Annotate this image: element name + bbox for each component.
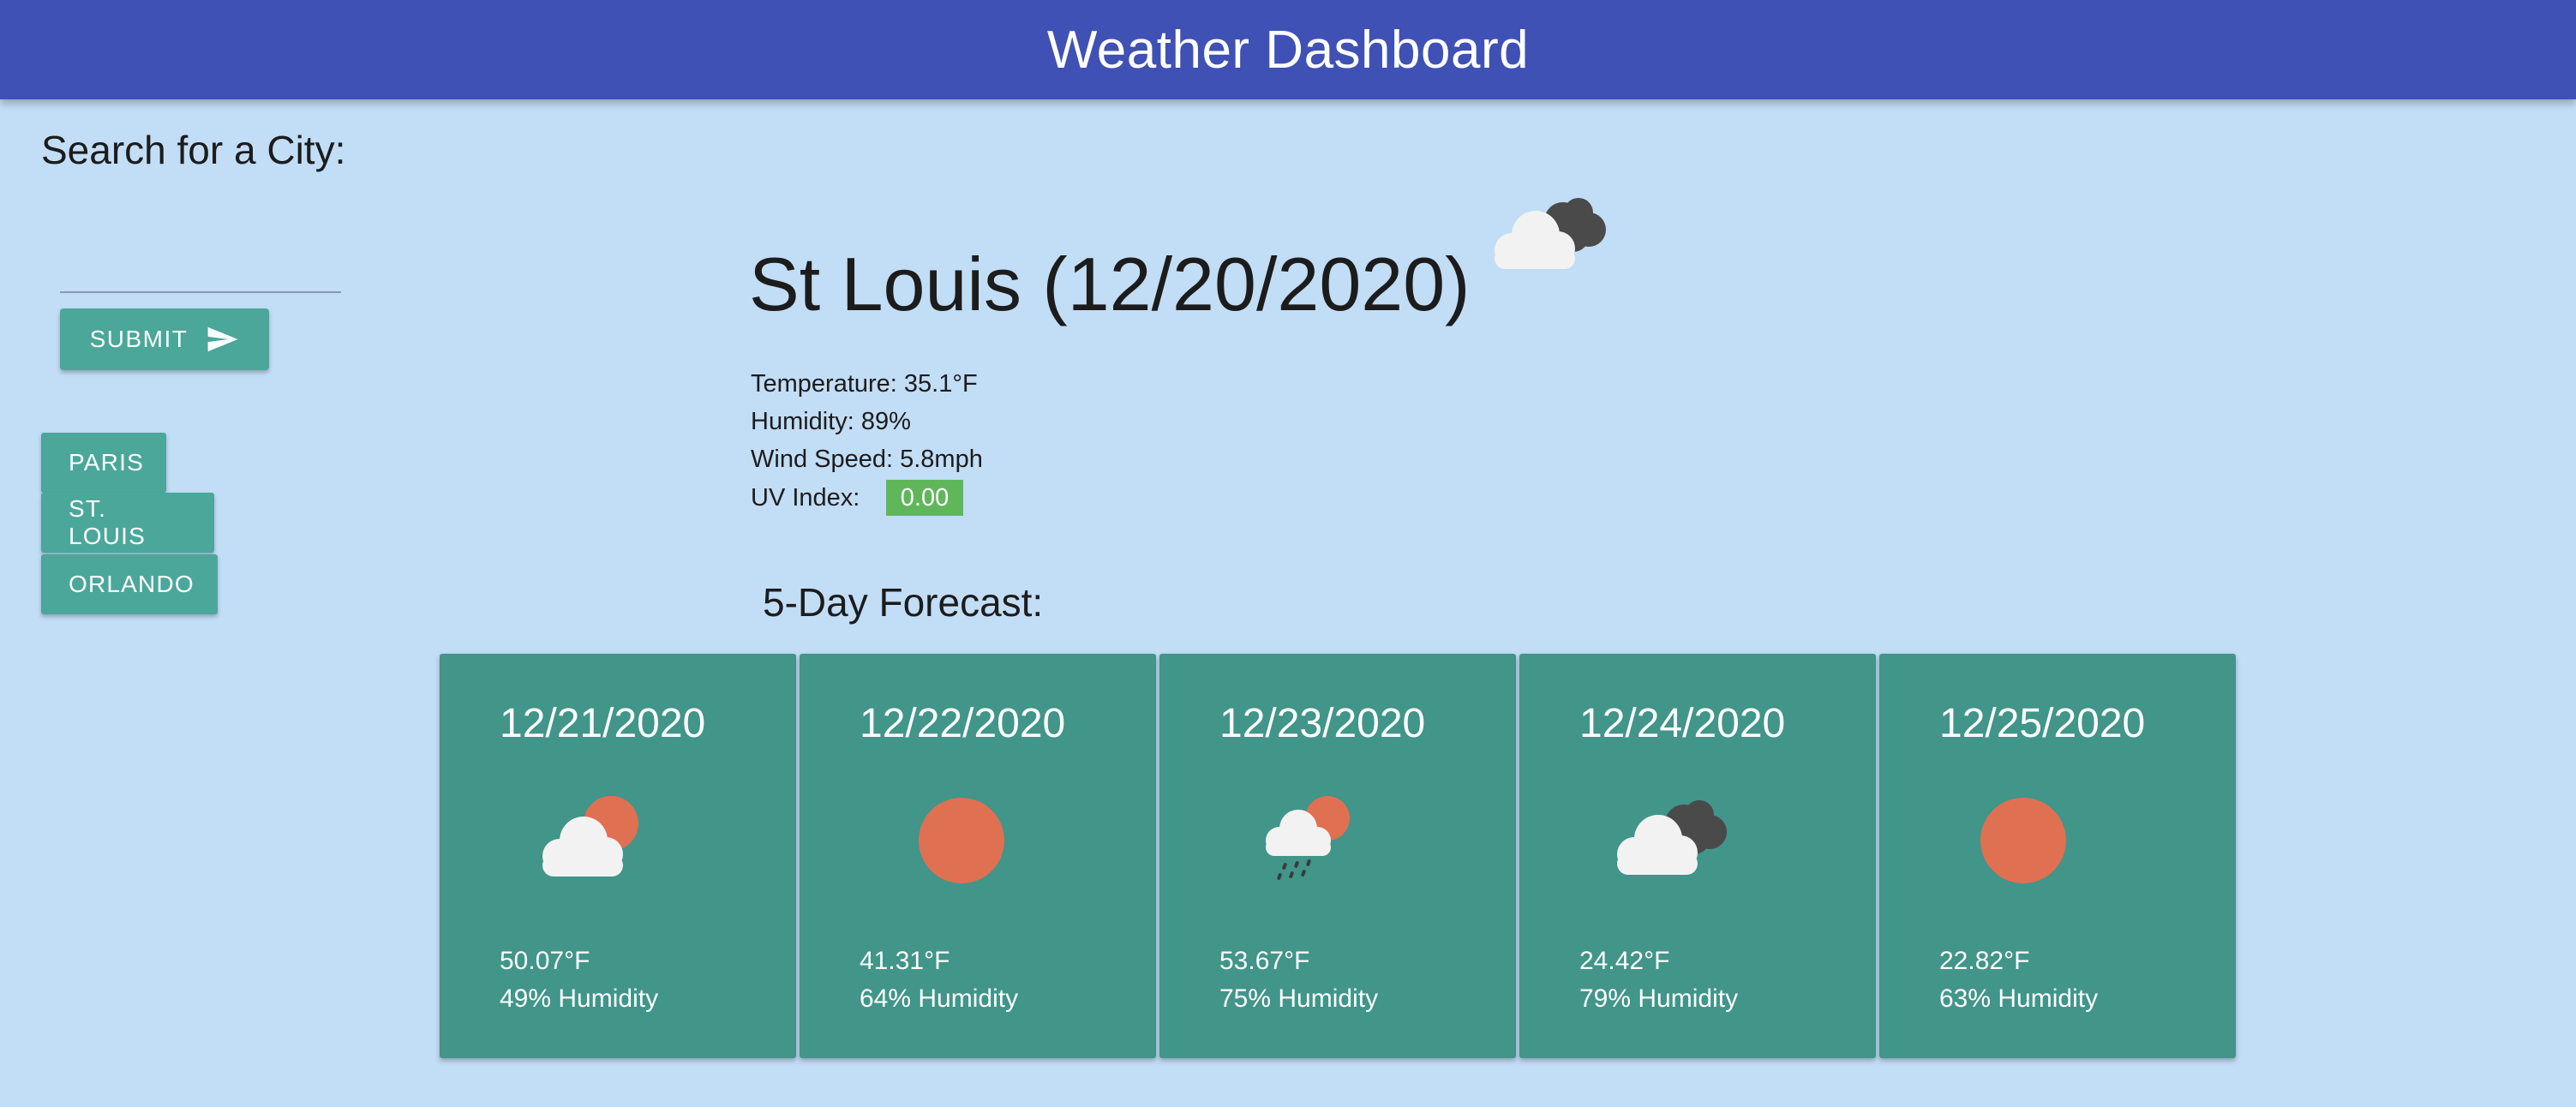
cloudy-icon: [1605, 791, 1734, 889]
forecast-temp: 53.67°F: [1219, 947, 1310, 975]
forecast-card: 12/25/2020 22.82°F 63% Humidity: [1879, 654, 2236, 1058]
current-temperature: Temperature: 35.1°F: [751, 370, 978, 398]
current-city-title: St Louis (12/20/2020): [749, 242, 1471, 326]
city-search-input[interactable]: [60, 248, 341, 293]
forecast-date: 12/24/2020: [1579, 701, 1786, 746]
current-wind-speed: Wind Speed: 5.8mph: [751, 446, 983, 473]
forecast-humidity: 75% Humidity: [1219, 984, 1379, 1013]
current-humidity: Humidity: 89%: [751, 408, 911, 435]
submit-label: SUBMIT: [89, 326, 189, 352]
forecast-card: 12/22/2020 41.31°F 64% Humidity: [800, 654, 1156, 1058]
history-button-label: ST. LOUIS: [69, 495, 147, 549]
history-button-label: PARIS: [69, 449, 144, 476]
forecast-date: 12/25/2020: [1939, 701, 2146, 746]
forecast-date: 12/23/2020: [1219, 701, 1426, 746]
history-button-st-louis[interactable]: ST. LOUIS: [41, 493, 214, 553]
cloudy-icon: [1479, 187, 1616, 287]
submit-button[interactable]: SUBMIT: [60, 308, 269, 370]
top-bar: Weather Dashboard: [0, 0, 2576, 99]
forecast-date: 12/21/2020: [500, 701, 706, 746]
forecast-temp: 22.82°F: [1939, 947, 2030, 975]
send-icon: [207, 326, 238, 352]
history-button-label: ORLANDO: [69, 571, 195, 597]
forecast-temp: 50.07°F: [500, 947, 590, 975]
forecast-humidity: 63% Humidity: [1939, 984, 2099, 1013]
forecast-temp: 24.42°F: [1579, 947, 1670, 975]
history-button-paris[interactable]: PARIS: [41, 433, 166, 493]
forecast-humidity: 49% Humidity: [500, 984, 659, 1013]
sun-icon: [1965, 791, 2094, 889]
forecast-temp: 41.31°F: [860, 947, 950, 975]
forecast-title: 5-Day Forecast:: [763, 580, 1044, 625]
uv-index-label: UV Index:: [751, 484, 860, 512]
forecast-humidity: 64% Humidity: [860, 984, 1019, 1013]
forecast-card: 12/21/2020 50.07°F 49% Humidity: [440, 654, 796, 1058]
forecast-card: 12/24/2020 24.42°F 79% Humidity: [1519, 654, 1876, 1058]
sun-icon: [885, 791, 1014, 889]
forecast-humidity: 79% Humidity: [1579, 984, 1739, 1013]
uv-index-badge: 0.00: [886, 480, 963, 516]
forecast-card: 12/23/2020 53.67°F 75% Humidity: [1159, 654, 1516, 1058]
partly-cloudy-icon: [525, 791, 654, 889]
forecast-date: 12/22/2020: [860, 701, 1066, 746]
history-button-orlando[interactable]: ORLANDO: [41, 554, 218, 614]
search-label: Search for a City:: [41, 128, 346, 172]
rain-icon: [1245, 791, 1374, 889]
page-title: Weather Dashboard: [1046, 20, 1530, 80]
